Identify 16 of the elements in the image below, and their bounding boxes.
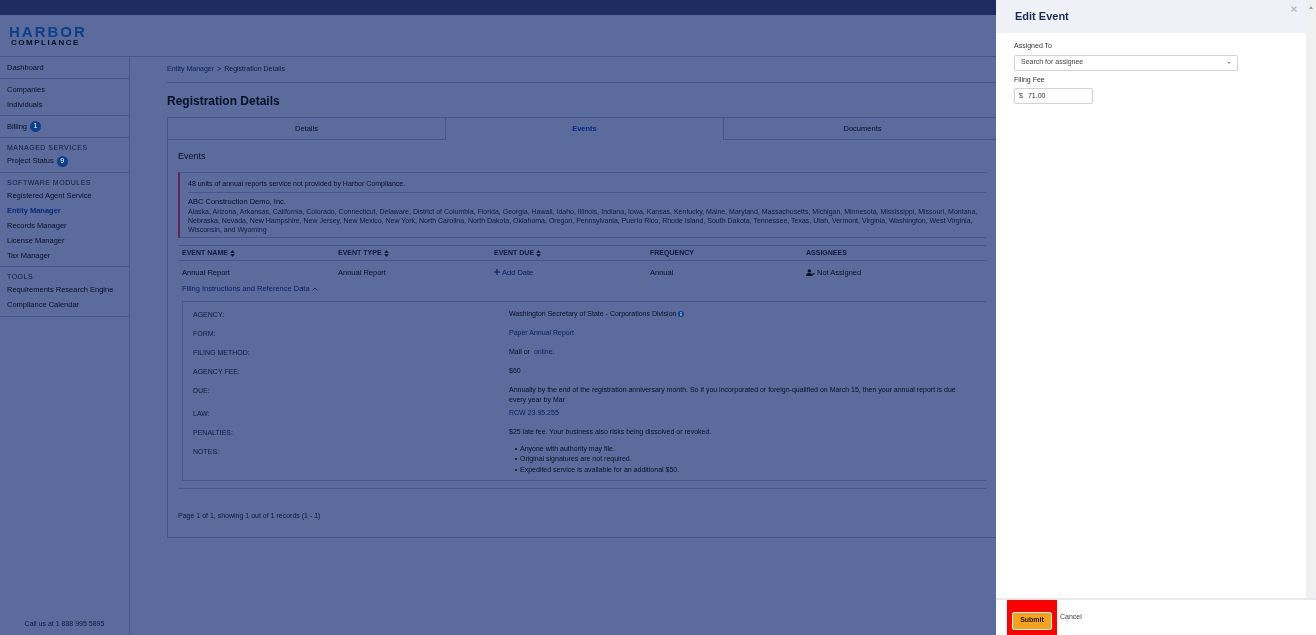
panel-title: Edit Event bbox=[1015, 9, 1069, 25]
sort-icon[interactable] bbox=[383, 249, 389, 257]
scroll-up-icon[interactable] bbox=[1309, 6, 1313, 9]
sort-icon[interactable] bbox=[536, 249, 542, 257]
caret-icon bbox=[311, 286, 318, 291]
info-icon[interactable] bbox=[678, 310, 685, 317]
logo-text: HARBOR bbox=[9, 24, 87, 39]
logo-subtext: COMPLIANCE bbox=[10, 39, 81, 47]
plus-icon bbox=[494, 269, 500, 276]
scrollbar[interactable] bbox=[1306, 0, 1316, 598]
section-title: Events bbox=[178, 150, 207, 163]
close-icon bbox=[1291, 6, 1297, 12]
sort-icon[interactable] bbox=[229, 249, 235, 257]
dropdown-caret-icon bbox=[1227, 61, 1231, 64]
page-title: Registration Details bbox=[167, 93, 281, 110]
user-icon bbox=[806, 268, 815, 276]
